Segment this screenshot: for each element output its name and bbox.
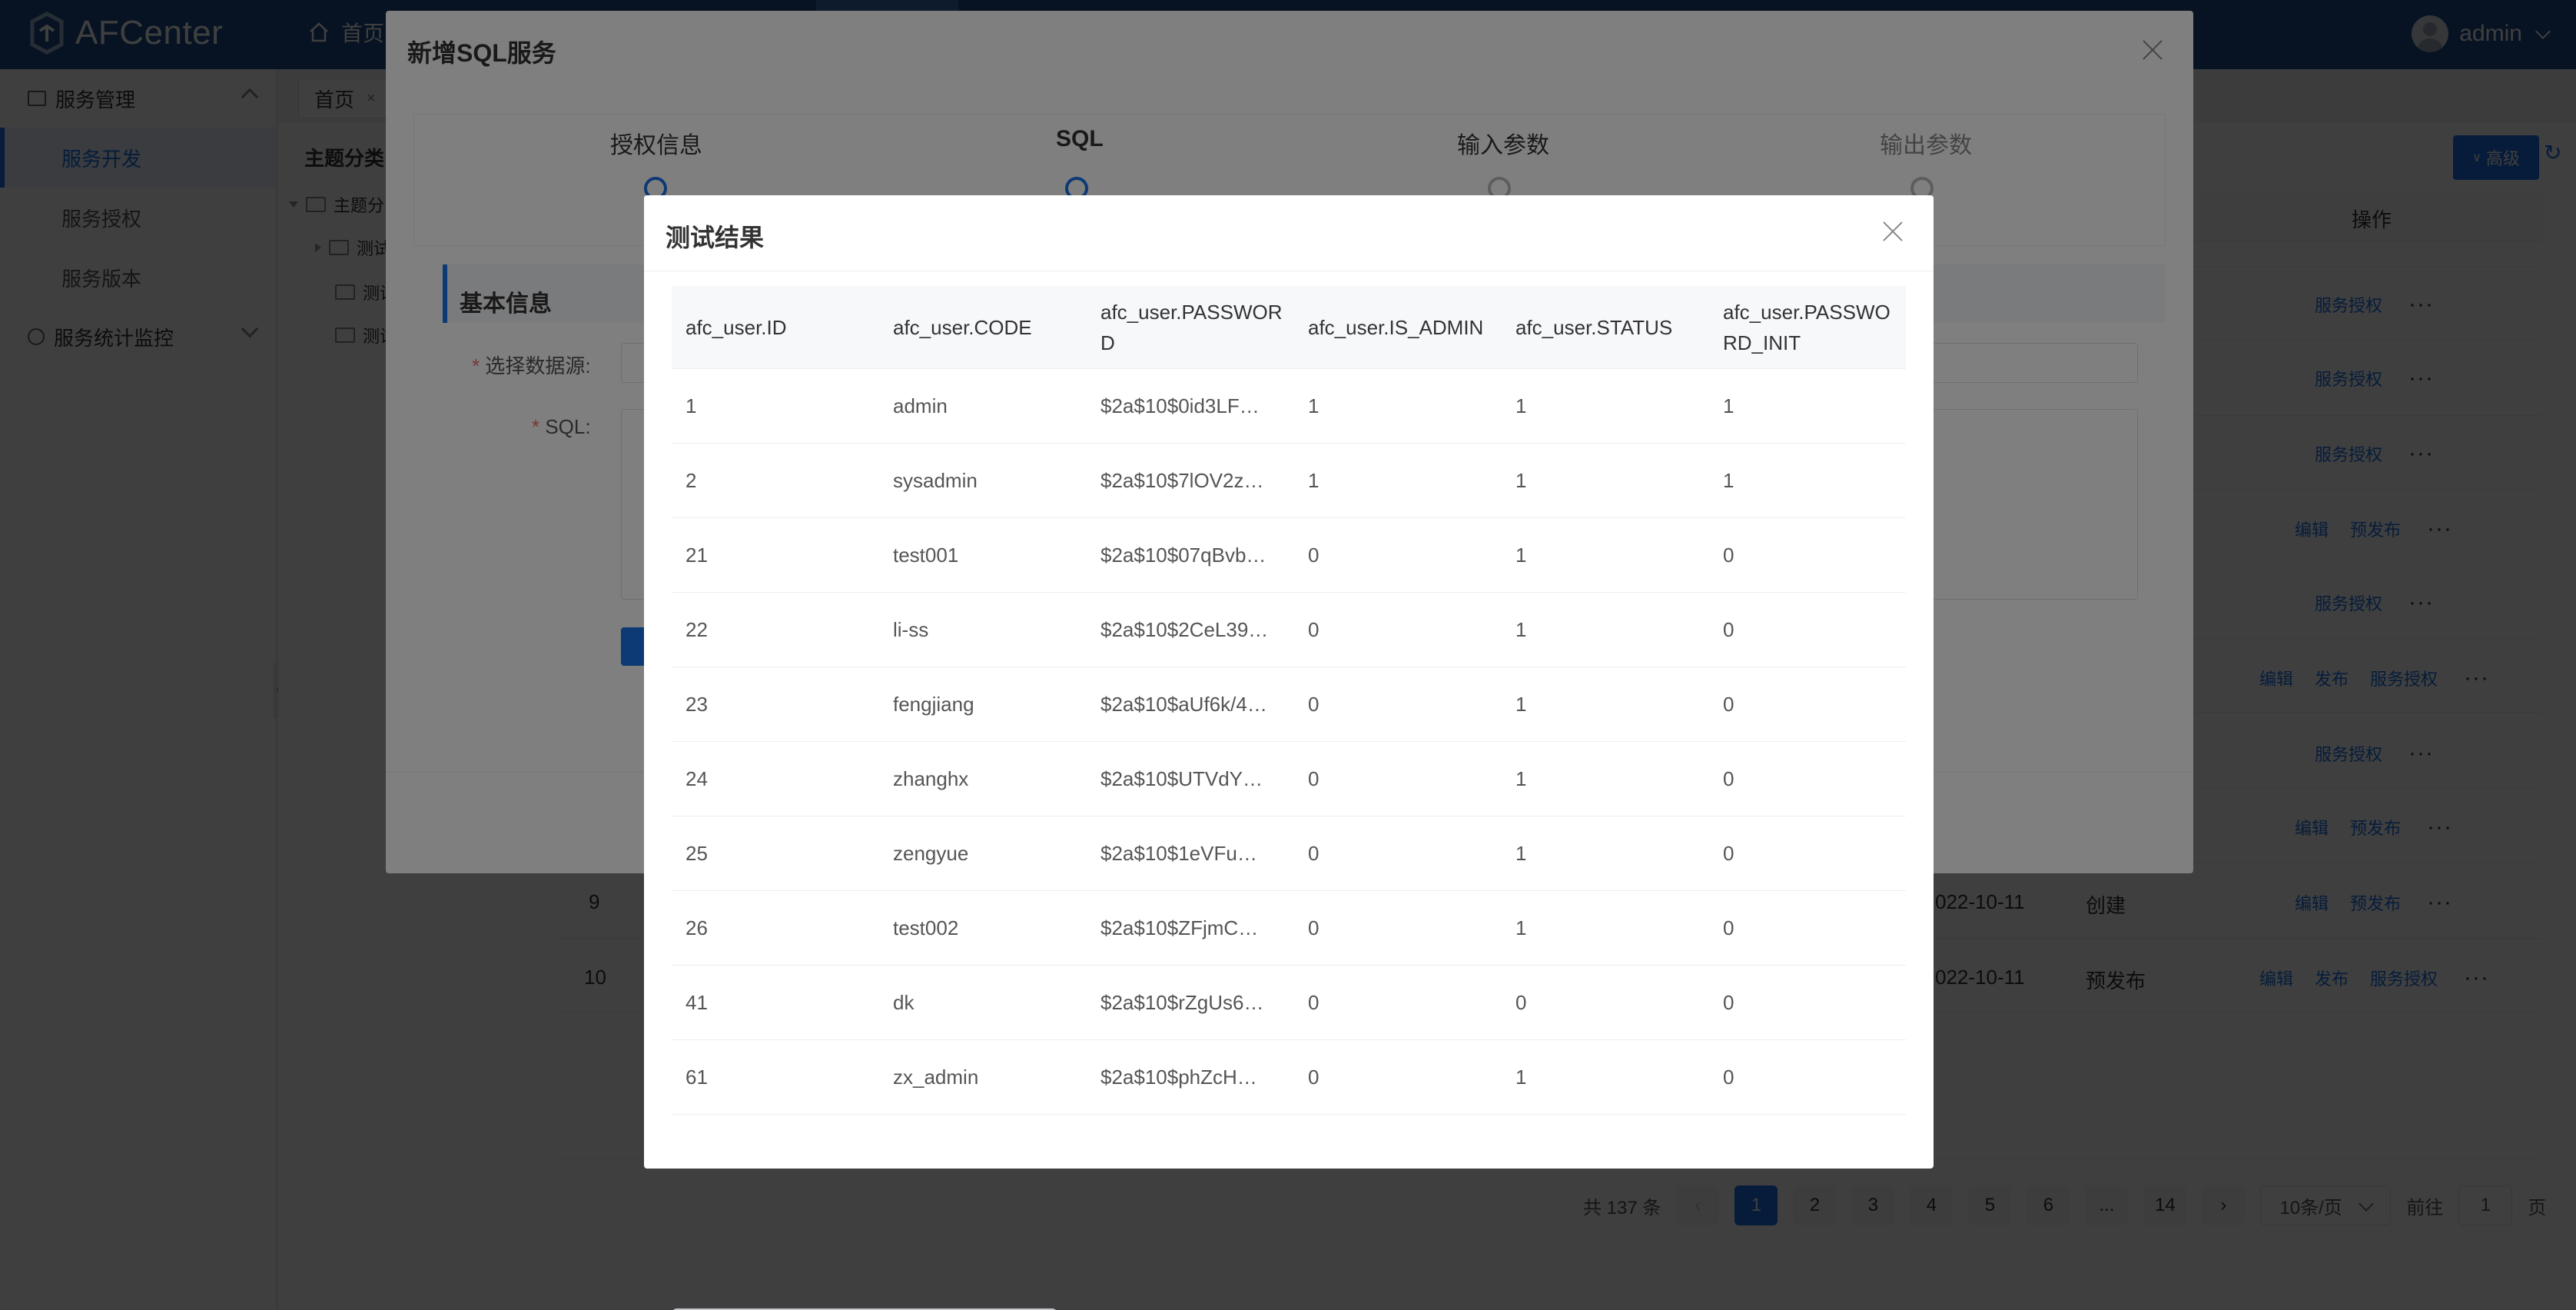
table-cell: $2a$10$1eVFu… bbox=[1100, 842, 1257, 865]
table-cell: 1 bbox=[1515, 1066, 1527, 1089]
table-cell: 0 bbox=[1723, 544, 1734, 567]
table-cell: 0 bbox=[1723, 693, 1734, 716]
column-header: afc_user.STATUS bbox=[1515, 315, 1673, 339]
table-cell: 1 bbox=[1723, 469, 1734, 492]
table-cell: $2a$10$7lOV2z… bbox=[1100, 469, 1264, 492]
table-cell: $2a$10$0id3LF… bbox=[1100, 394, 1260, 417]
table-cell: 2 bbox=[685, 469, 697, 492]
table-cell: admin bbox=[893, 394, 948, 417]
table-cell: 0 bbox=[1308, 916, 1320, 939]
result-table: afc_user.ID afc_user.CODE afc_user.PASSW… bbox=[672, 286, 1906, 1115]
close-icon[interactable] bbox=[1881, 220, 1904, 243]
table-cell: 0 bbox=[1308, 767, 1320, 790]
table-cell: 23 bbox=[685, 693, 708, 716]
table-cell: 0 bbox=[1723, 842, 1734, 865]
table-cell: 21 bbox=[685, 544, 708, 567]
table-cell: 0 bbox=[1308, 842, 1320, 865]
table-cell: 25 bbox=[685, 842, 708, 865]
table-row: 2 sysadmin $2a$10$7lOV2z… 1 1 1 bbox=[672, 444, 1906, 518]
table-cell: 1 bbox=[1308, 469, 1320, 492]
table-cell: 0 bbox=[1723, 1066, 1734, 1089]
table-row: 26 test002 $2a$10$ZFjmC… 0 1 0 bbox=[672, 891, 1906, 966]
table-cell: zhanghx bbox=[893, 767, 969, 790]
table-row: 41 dk $2a$10$rZgUs6… 0 0 0 bbox=[672, 966, 1906, 1040]
table-cell: 1 bbox=[1515, 618, 1527, 641]
table-cell: $2a$10$rZgUs6… bbox=[1100, 991, 1264, 1014]
table-row: 1 admin $2a$10$0id3LF… 1 1 1 bbox=[672, 369, 1906, 444]
table-cell: zengyue bbox=[893, 842, 969, 865]
column-header: afc_user.IS_ADMIN bbox=[1308, 315, 1484, 339]
table-row: 25 zengyue $2a$10$1eVFu… 0 1 0 bbox=[672, 816, 1906, 891]
table-cell: 1 bbox=[685, 394, 697, 417]
table-row: 24 zhanghx $2a$10$UTVdY… 0 1 0 bbox=[672, 742, 1906, 816]
table-cell: $2a$10$aUf6k/4… bbox=[1100, 693, 1267, 716]
column-header: afc_user.PASSWORD bbox=[1100, 300, 1283, 354]
table-cell: $2a$10$2CeL39… bbox=[1100, 618, 1269, 641]
table-cell: fengjiang bbox=[893, 693, 974, 716]
table-cell: 0 bbox=[1308, 991, 1320, 1014]
column-header: afc_user.ID bbox=[685, 315, 787, 339]
table-cell: test001 bbox=[893, 544, 959, 567]
table-cell: 61 bbox=[685, 1066, 708, 1089]
table-cell: 1 bbox=[1308, 394, 1320, 417]
table-cell: 22 bbox=[685, 618, 708, 641]
table-cell: 41 bbox=[685, 991, 708, 1014]
table-cell: 0 bbox=[1723, 916, 1734, 939]
table-cell: 0 bbox=[1723, 618, 1734, 641]
test-result-dialog: 测试结果 afc_user.ID afc_user.CODE afc_user.… bbox=[644, 195, 1934, 1310]
table-cell: 0 bbox=[1308, 693, 1320, 716]
table-cell: zx_admin bbox=[893, 1066, 979, 1089]
table-row: 21 test001 $2a$10$07qBvb… 0 1 0 bbox=[672, 518, 1906, 593]
column-header: afc_user.CODE bbox=[893, 315, 1032, 339]
table-cell: 0 bbox=[1308, 1066, 1320, 1089]
result-table-header: afc_user.ID afc_user.CODE afc_user.PASSW… bbox=[672, 286, 1906, 369]
table-cell: 0 bbox=[1308, 618, 1320, 641]
table-cell: 0 bbox=[1723, 767, 1734, 790]
table-cell: $2a$10$phZcH… bbox=[1100, 1066, 1257, 1089]
table-cell: 0 bbox=[1723, 991, 1734, 1014]
table-cell: 1 bbox=[1515, 544, 1527, 567]
table-cell: $2a$10$ZFjmC… bbox=[1100, 916, 1259, 939]
table-cell: 1 bbox=[1515, 842, 1527, 865]
table-cell: 24 bbox=[685, 767, 708, 790]
column-header: afc_user.PASSWORD_INIT bbox=[1723, 300, 1891, 354]
table-cell: 1 bbox=[1515, 916, 1527, 939]
table-row: 22 li-ss $2a$10$2CeL39… 0 1 0 bbox=[672, 593, 1906, 667]
result-table-body: 1 admin $2a$10$0id3LF… 1 1 1 2 sysadmin $2a$10$7… bbox=[672, 369, 1906, 1115]
table-cell: 26 bbox=[685, 916, 708, 939]
table-cell: 0 bbox=[1515, 991, 1527, 1014]
table-cell: 0 bbox=[1308, 544, 1320, 567]
table-cell: li-ss bbox=[893, 618, 929, 641]
table-cell: 1 bbox=[1723, 394, 1734, 417]
table-row: 61 zx_admin $2a$10$phZcH… 0 1 0 bbox=[672, 1040, 1906, 1115]
table-cell: 1 bbox=[1515, 469, 1527, 492]
table-cell: test002 bbox=[893, 916, 959, 939]
table-cell: 1 bbox=[1515, 394, 1527, 417]
table-cell: dk bbox=[893, 991, 915, 1014]
table-row: 23 fengjiang $2a$10$aUf6k/4… 0 1 0 bbox=[672, 667, 1906, 742]
table-cell: 1 bbox=[1515, 693, 1527, 716]
table-cell: $2a$10$UTVdY… bbox=[1100, 767, 1263, 790]
table-cell: 1 bbox=[1515, 767, 1527, 790]
dialog-title: 测试结果 bbox=[666, 224, 765, 251]
table-cell: sysadmin bbox=[893, 469, 978, 492]
table-cell: $2a$10$07qBvb… bbox=[1100, 544, 1266, 567]
